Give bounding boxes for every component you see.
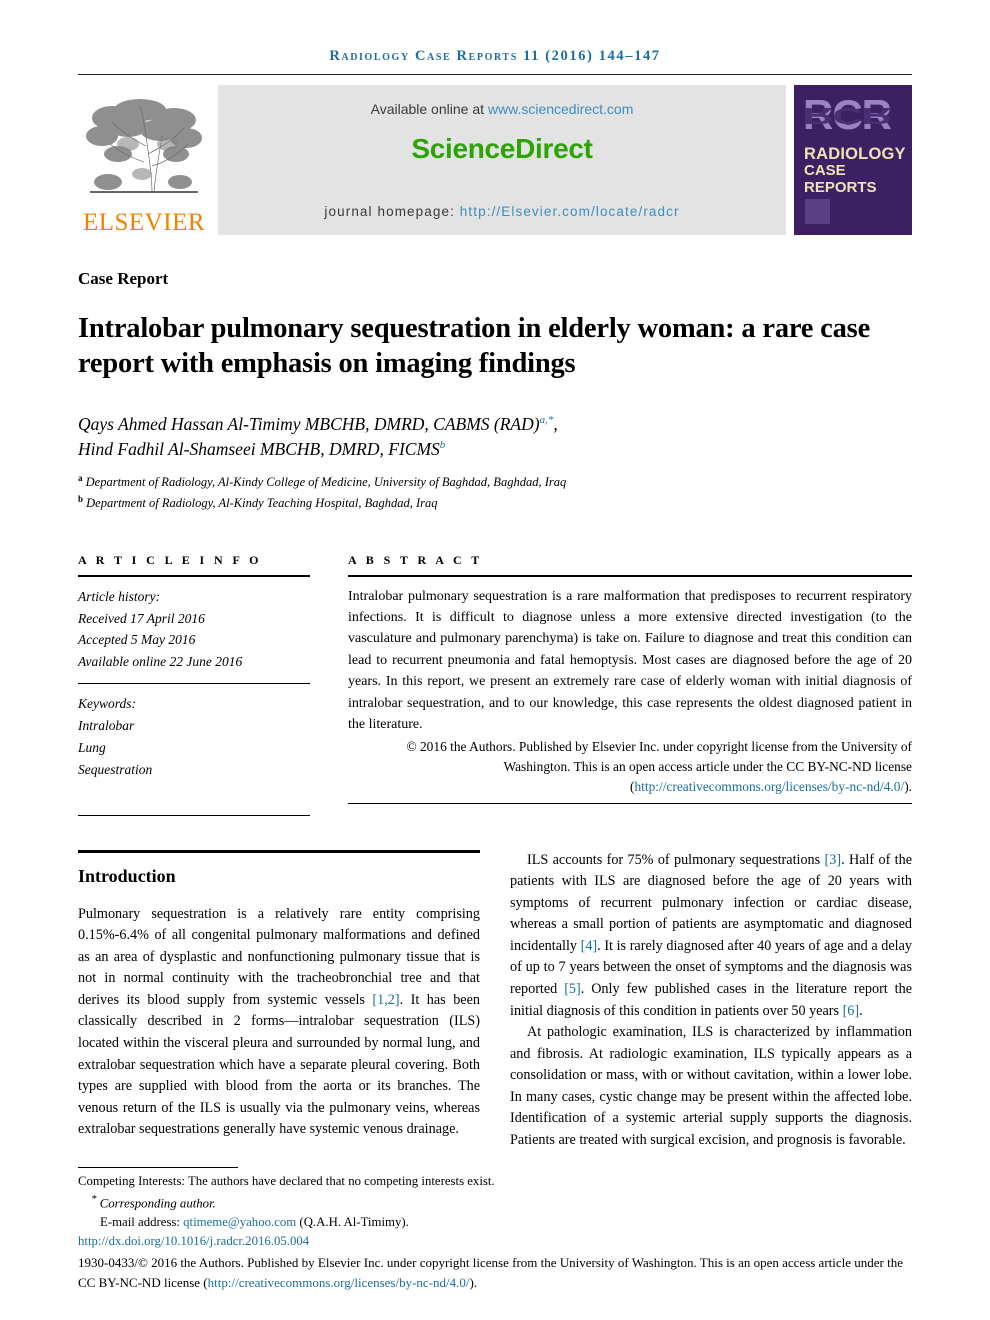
journal-homepage-line: journal homepage: http://Elsevier.com/lo… (324, 204, 679, 219)
sciencedirect-link[interactable]: www.sciencedirect.com (488, 101, 634, 117)
legal-text-part-2: ). (469, 1274, 478, 1290)
page-title: Intralobar pulmonary sequestration in el… (78, 313, 871, 380)
elsevier-wordmark: ELSEVIER (82, 209, 206, 236)
author-1-separator: , (553, 413, 558, 434)
paper-page: Radiology Case Reports 11 (2016) 144–147 (0, 0, 990, 1320)
journal-masthead: ELSEVIER Available online at www.science… (78, 85, 912, 235)
rcr-subtitle-line-1: RADIOLOGY (804, 145, 906, 163)
citation-ref-6[interactable]: [6] (843, 1003, 860, 1019)
info-abstract-block: A R T I C L E I N F O Article history: R… (78, 553, 912, 816)
email-owner: (Q.A.H. Al-Timimy). (296, 1214, 409, 1229)
elsevier-tree-mark-icon (805, 199, 830, 224)
sciencedirect-panel: Available online at www.sciencedirect.co… (218, 85, 786, 235)
affiliation-item: b Department of Radiology, Al-Kindy Teac… (78, 493, 912, 513)
keyword-item[interactable]: Intralobar (78, 715, 310, 737)
rcr-acronym-reflection: RCR (803, 103, 891, 129)
article-info-divider-bottom (78, 814, 310, 816)
article-info-divider-mid (78, 683, 310, 685)
abstract-copyright: © 2016 the Authors. Published by Elsevie… (348, 737, 912, 797)
citation-ref-1-2[interactable]: [1,2] (372, 992, 399, 1008)
body-paragraph-ils-statistics: ILS accounts for 75% of pulmonary seques… (510, 850, 912, 1023)
running-head: Radiology Case Reports 11 (2016) 144–147 (329, 48, 661, 64)
body-column-right: ILS accounts for 75% of pulmonary seques… (510, 850, 912, 1152)
rcr-journal-cover: RCR RCR RADIOLOGY CASE REPORTS (794, 85, 912, 235)
elsevier-tree-icon (82, 96, 206, 208)
article-history-label: Article history: (78, 588, 161, 604)
affiliation-list: a Department of Radiology, Al-Kindy Coll… (78, 472, 912, 512)
keyword-item[interactable]: Lung (78, 737, 310, 759)
email-link[interactable]: qtimeme@yahoo.com (183, 1215, 296, 1229)
footnote-email: E-mail address: qtimeme@yahoo.com (Q.A.H… (78, 1213, 912, 1232)
intro-text-part-2: . It has been classically described in 2… (78, 991, 480, 1138)
sciencedirect-wordmark: ScienceDirect (411, 133, 593, 164)
article-type: Case Report (78, 269, 169, 288)
introduction-rule (78, 849, 480, 853)
footnote-competing-interests: Competing Interests: The authors have de… (78, 1173, 495, 1188)
doi-link-row: http://dx.doi.org/10.1016/j.radcr.2016.0… (78, 1232, 912, 1251)
article-available-online-date: Available online 22 June 2016 (78, 654, 243, 670)
article-accepted-date: Accepted 5 May 2016 (78, 632, 196, 648)
page-footer: Competing Interests: The authors have de… (78, 1166, 912, 1292)
corresponding-author-text: Corresponding author. (99, 1195, 216, 1210)
email-label: E-mail address: (100, 1214, 184, 1229)
asterisk-icon: * (91, 1192, 97, 1205)
right-text-part-1: ILS accounts for 75% of pulmonary seques… (527, 851, 825, 868)
author-2-affil-marks[interactable]: b (440, 439, 446, 451)
rcr-subtitle: RADIOLOGY CASE REPORTS (804, 145, 906, 197)
article-body: Introduction Pulmonary sequestration is … (78, 849, 912, 1152)
affiliation-text-b: Department of Radiology, Al-Kindy Teachi… (86, 495, 438, 510)
introduction-paragraph: Pulmonary sequestration is a relatively … (78, 904, 480, 1141)
article-received-date: Received 17 April 2016 (78, 610, 205, 626)
legal-text-part-1: 1930-0433/© 2016 the Authors. Published … (78, 1255, 904, 1290)
author-line-1: Qays Ahmed Hassan Al-Timimy MBCHB, DMRD,… (78, 412, 912, 437)
body-column-left: Introduction Pulmonary sequestration is … (78, 849, 480, 1152)
doi-link[interactable]: http://dx.doi.org/10.1016/j.radcr.2016.0… (78, 1234, 309, 1248)
author-2-name: Hind Fadhil Al-Shamseei MBCHB, DMRD, FIC… (78, 438, 440, 459)
article-info-column: A R T I C L E I N F O Article history: R… (78, 553, 310, 816)
header-divider (78, 74, 912, 75)
citation-ref-5[interactable]: [5] (564, 981, 581, 997)
body-gutter (480, 850, 510, 1152)
section-heading-introduction: Introduction (78, 865, 176, 886)
article-info-heading: A R T I C L E I N F O (78, 552, 262, 567)
abstract-column: A B S T R A C T Intralobar pulmonary seq… (348, 553, 912, 816)
footnote-corresponding-author: * Corresponding author. (78, 1191, 912, 1213)
rcr-subtitle-line-3: REPORTS (804, 179, 877, 197)
abstract-heading: A B S T R A C T (348, 552, 483, 567)
footer-license-link[interactable]: http://creativecommons.org/licenses/by-n… (208, 1275, 470, 1290)
right-text-part-5: . (859, 1002, 863, 1019)
citation-ref-4[interactable]: [4] (581, 938, 598, 954)
abstract-divider-top (348, 574, 912, 577)
citation-ref-3[interactable]: [3] (825, 852, 842, 868)
abstract-license-link[interactable]: http://creativecommons.org/licenses/by-n… (634, 779, 904, 794)
affiliation-mark-a: a (78, 473, 83, 484)
author-1-affil-marks[interactable]: a,* (540, 414, 554, 426)
body-paragraph-pathology: At pathologic examination, ILS is charac… (510, 1024, 912, 1149)
author-1-name: Qays Ahmed Hassan Al-Timimy MBCHB, DMRD,… (78, 413, 540, 434)
affiliation-text-a: Department of Radiology, Al-Kindy Colleg… (85, 475, 567, 490)
journal-homepage-link[interactable]: http://Elsevier.com/locate/radcr (460, 204, 680, 219)
elsevier-logo: ELSEVIER (78, 85, 210, 235)
abstract-divider-bottom (348, 802, 912, 804)
affiliation-item: a Department of Radiology, Al-Kindy Coll… (78, 472, 912, 492)
author-list: Qays Ahmed Hassan Al-Timimy MBCHB, DMRD,… (78, 412, 912, 462)
article-info-divider-top (78, 574, 310, 577)
article-history: Article history: Received 17 April 2016 … (78, 586, 310, 673)
column-gutter (310, 553, 348, 816)
available-online-prefix: Available online at (370, 101, 488, 117)
footnote-divider (78, 1166, 238, 1168)
journal-homepage-label: journal homepage: (324, 204, 460, 219)
affiliation-mark-b: b (78, 493, 84, 504)
article-header: Case Report Intralobar pulmonary sequest… (78, 269, 912, 1152)
available-online-line: Available online at www.sciencedirect.co… (371, 101, 634, 117)
keyword-item[interactable]: Sequestration (78, 759, 310, 781)
abstract-copyright-tail: ). (904, 778, 912, 794)
abstract-text: Intralobar pulmonary sequestration is a … (348, 588, 912, 733)
rcr-subtitle-line-2: CASE (804, 162, 846, 180)
keywords-label: Keywords: (78, 696, 136, 712)
keywords-block: Keywords: Intralobar Lung Sequestration (78, 693, 310, 780)
footer-legal-notice: 1930-0433/© 2016 the Authors. Published … (78, 1253, 912, 1292)
author-line-2: Hind Fadhil Al-Shamseei MBCHB, DMRD, FIC… (78, 437, 912, 462)
